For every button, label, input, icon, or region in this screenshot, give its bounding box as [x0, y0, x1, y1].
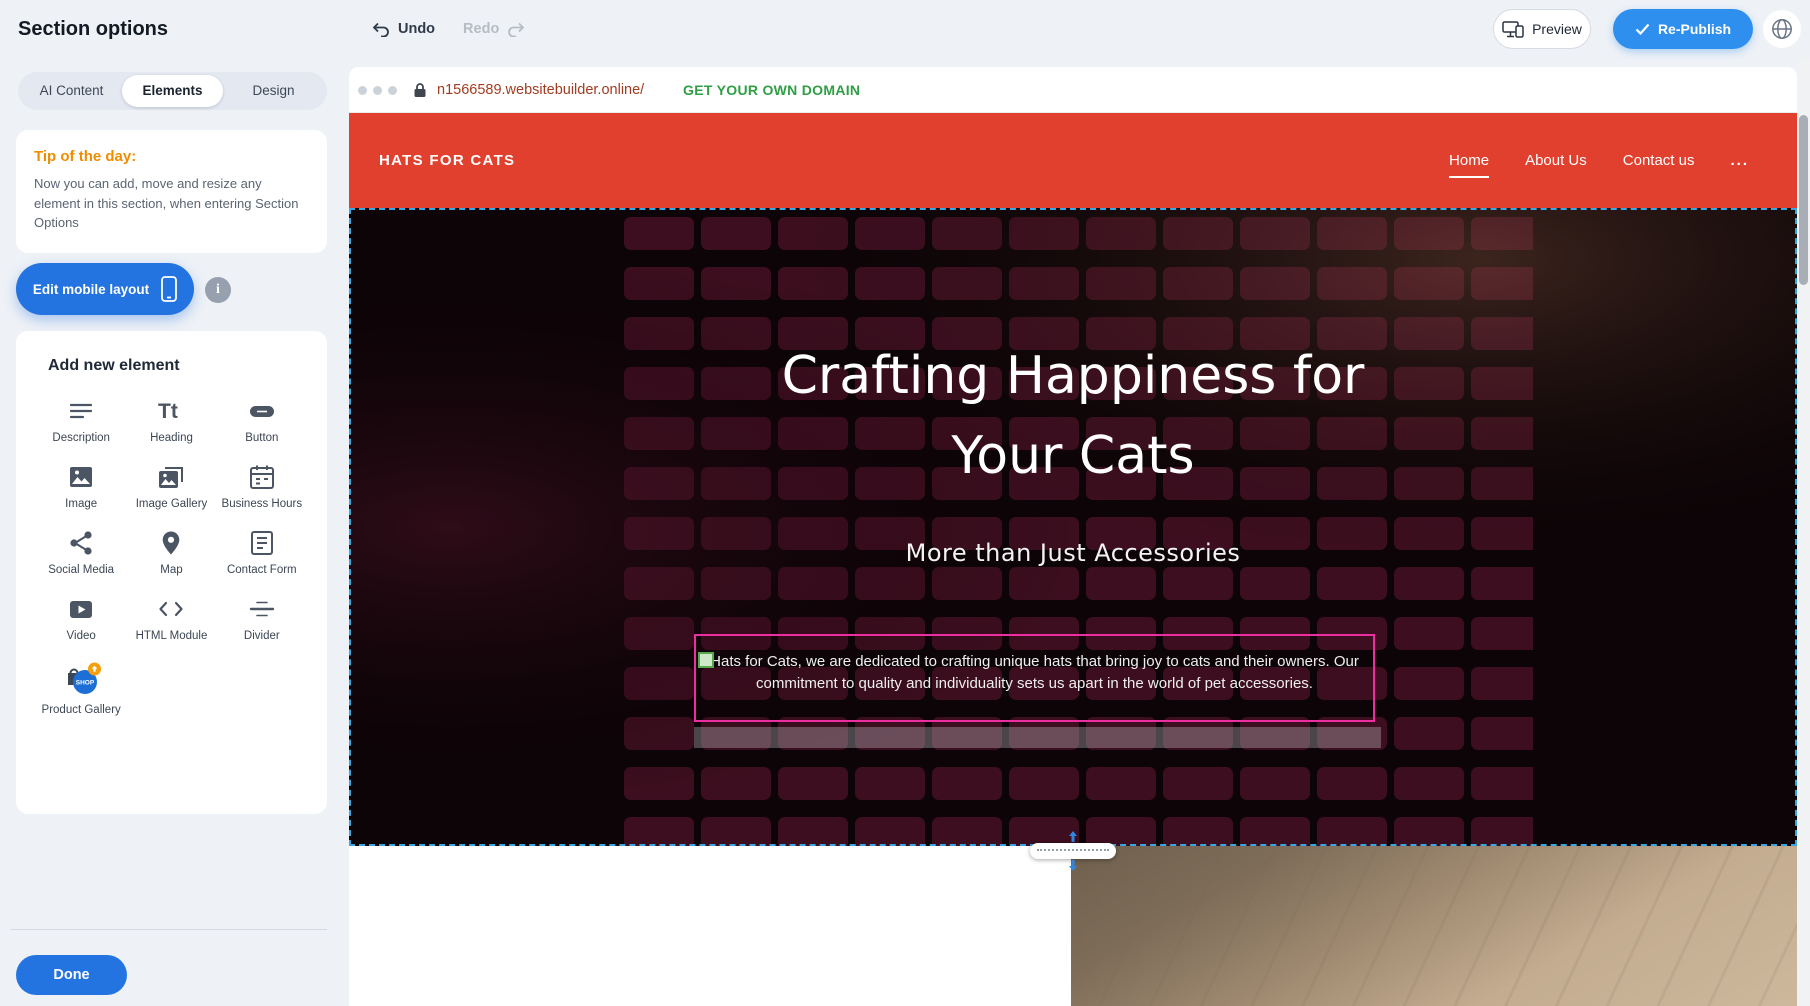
phone-icon — [161, 276, 177, 302]
get-domain-link[interactable]: GET YOUR OWN DOMAIN — [683, 67, 860, 113]
page-title: Section options — [18, 0, 168, 58]
window-dot-3 — [388, 86, 397, 95]
undo-icon — [372, 22, 390, 37]
republish-label: Re-Publish — [1658, 21, 1731, 37]
editor-canvas: n1566589.websitebuilder.online/ GET YOUR… — [349, 67, 1797, 1006]
undo-button[interactable]: Undo — [372, 21, 435, 37]
element-contact-form[interactable]: Contact Form — [217, 529, 307, 578]
republish-button[interactable]: Re-Publish — [1613, 9, 1753, 49]
sidebar-tabs: AI Content Elements Design — [18, 72, 327, 110]
element-description[interactable]: Description — [36, 397, 126, 446]
window-dot-2 — [373, 86, 382, 95]
social-media-icon — [67, 529, 95, 557]
html-module-icon — [157, 595, 185, 623]
hero-background — [349, 208, 1797, 846]
contact-form-icon — [248, 529, 276, 557]
business-hours-icon — [248, 463, 276, 491]
history-controls: Undo Redo — [372, 0, 525, 58]
selected-text-element[interactable]: Hats for Cats, we are dedicated to craft… — [694, 634, 1375, 722]
button-icon — [248, 397, 276, 425]
site-logo[interactable]: Hats for Cats — [379, 113, 515, 208]
nav-about[interactable]: About Us — [1525, 152, 1587, 169]
scrollbar-thumb[interactable] — [1799, 115, 1808, 285]
hero-section[interactable]: Crafting Happiness for Your Cats More th… — [349, 208, 1797, 846]
arrow-up-icon — [1068, 831, 1078, 842]
tip-title: Tip of the day: — [34, 148, 309, 165]
redo-label: Redo — [463, 21, 499, 37]
site-url: n1566589.websitebuilder.online/ — [437, 67, 644, 113]
undo-label: Undo — [398, 21, 435, 37]
pavement-photo — [1071, 846, 1797, 1006]
tip-body: Now you can add, move and resize any ele… — [34, 174, 309, 233]
topbar: Section options Undo Redo Preview — [0, 0, 1810, 58]
element-heading[interactable]: Tt Heading — [126, 397, 216, 446]
redo-button[interactable]: Redo — [463, 21, 525, 37]
element-video[interactable]: Video — [36, 595, 126, 644]
nav-home[interactable]: Home — [1449, 152, 1489, 169]
element-button[interactable]: Button — [217, 397, 307, 446]
redo-icon — [507, 22, 525, 37]
element-image[interactable]: Image — [36, 463, 126, 512]
tab-ai-content[interactable]: AI Content — [21, 75, 122, 107]
description-icon — [67, 397, 95, 425]
tab-design[interactable]: Design — [223, 75, 324, 107]
language-globe-button[interactable] — [1763, 10, 1801, 48]
nav-more[interactable]: ... — [1730, 152, 1749, 169]
hero-heading[interactable]: Crafting Happiness for Your Cats — [349, 336, 1797, 496]
element-grid: Description Tt Heading Button Image Imag… — [36, 397, 307, 718]
scrollbar-track[interactable] — [1797, 58, 1810, 1006]
element-html-module[interactable]: HTML Module — [126, 595, 216, 644]
globe-icon — [1770, 17, 1794, 41]
element-divider[interactable]: Divider — [217, 595, 307, 644]
hero-subheading[interactable]: More than Just Accessories — [349, 539, 1797, 567]
section-resize-handle[interactable] — [1030, 843, 1116, 859]
sidebar-divider — [10, 929, 327, 930]
edit-mobile-layout-button[interactable]: Edit mobile layout — [16, 263, 194, 315]
tip-of-the-day-card: Tip of the day: Now you can add, move an… — [16, 130, 327, 253]
image-icon — [67, 463, 95, 491]
element-resize-handle[interactable] — [698, 652, 714, 668]
product-gallery-icon: SHOP — [61, 661, 101, 697]
tab-elements[interactable]: Elements — [122, 75, 223, 107]
lock-icon — [413, 82, 427, 98]
site-header[interactable]: Hats for Cats Home About Us Contact us .… — [349, 113, 1797, 208]
browser-chrome: n1566589.websitebuilder.online/ GET YOUR… — [349, 67, 1797, 113]
window-dot-1 — [358, 86, 367, 95]
divider-icon — [248, 595, 276, 623]
element-image-gallery[interactable]: Image Gallery — [126, 463, 216, 512]
preview-button[interactable]: Preview — [1493, 9, 1591, 49]
arrow-down-icon — [1068, 860, 1078, 871]
check-icon — [1635, 23, 1650, 35]
edit-mobile-label: Edit mobile layout — [33, 282, 149, 297]
element-map[interactable]: Map — [126, 529, 216, 578]
element-business-hours[interactable]: Business Hours — [217, 463, 307, 512]
svg-text:Tt: Tt — [158, 400, 178, 423]
done-button[interactable]: Done — [16, 955, 127, 995]
image-gallery-icon — [157, 463, 185, 491]
map-pin-icon — [157, 529, 185, 557]
nav-contact[interactable]: Contact us — [1623, 152, 1695, 169]
site-nav: Home About Us Contact us ... — [1449, 113, 1749, 208]
preview-devices-icon — [1502, 21, 1524, 38]
video-icon — [67, 595, 95, 623]
hero-paragraph[interactable]: Hats for Cats, we are dedicated to craft… — [696, 636, 1373, 695]
heading-icon: Tt — [157, 397, 185, 425]
add-element-title: Add new element — [48, 357, 307, 375]
app: Section options Undo Redo Preview — [0, 0, 1810, 1006]
element-social-media[interactable]: Social Media — [36, 529, 126, 578]
svg-text:SHOP: SHOP — [76, 679, 95, 686]
resize-pill[interactable] — [1030, 843, 1116, 859]
element-hover-placeholder — [694, 727, 1381, 748]
preview-label: Preview — [1532, 21, 1582, 37]
add-element-panel: Add new element Description Tt Heading B… — [16, 331, 327, 814]
element-product-gallery[interactable]: SHOP Product Gallery — [36, 661, 126, 718]
info-icon[interactable]: i — [205, 277, 231, 303]
